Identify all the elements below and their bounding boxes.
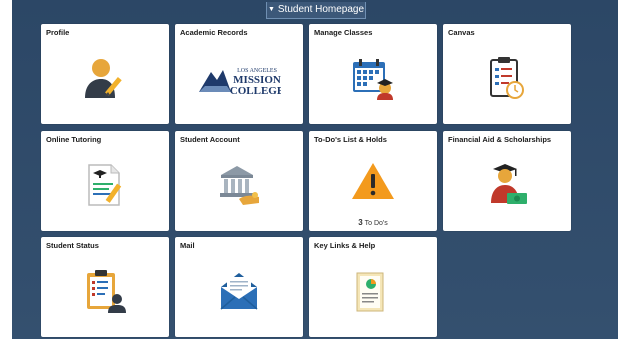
tile-title: Student Status <box>46 241 99 250</box>
document-chart-icon <box>309 267 437 315</box>
tile-student-account[interactable]: Student Account <box>175 131 303 231</box>
college-logo: LOS ANGELES MISSION COLLEGE <box>175 56 303 104</box>
tile-key-links-help[interactable]: Key Links & Help <box>309 237 437 337</box>
tile-financial-aid[interactable]: Financial Aid & Scholarships <box>443 131 571 231</box>
clipboard-person-icon <box>41 267 169 315</box>
tile-title: Academic Records <box>180 28 248 37</box>
tile-title: Student Account <box>180 135 240 144</box>
profile-user-icon <box>41 54 169 102</box>
tile-academic-records[interactable]: Academic Records LOS ANGELES MISSION COL… <box>175 24 303 124</box>
tile-title: Online Tutoring <box>46 135 102 144</box>
tile-title: To-Do's List & Holds <box>314 135 387 144</box>
tile-student-status[interactable]: Student Status <box>41 237 169 337</box>
homepage-title: Student Homepage <box>277 4 365 15</box>
homepage-background: ▼ Student Homepage Profile Academic Recor… <box>12 0 618 339</box>
tile-profile[interactable]: Profile <box>41 24 169 124</box>
logo-line3: COLLEGE <box>230 85 281 97</box>
document-graduation-icon <box>41 161 169 209</box>
tile-title: Financial Aid & Scholarships <box>448 135 552 144</box>
bank-hand-icon <box>175 161 303 209</box>
todo-count-label: To Do's <box>364 220 388 227</box>
todo-count-number: 3 <box>358 218 363 227</box>
tile-title: Canvas <box>448 28 475 37</box>
tile-todo-holds[interactable]: To-Do's List & Holds 3 To Do's <box>309 131 437 231</box>
caret-down-icon: ▼ <box>267 6 275 13</box>
tile-mail[interactable]: Mail <box>175 237 303 337</box>
todo-count: 3 To Do's <box>309 218 437 227</box>
tile-title: Key Links & Help <box>314 241 376 250</box>
clipboard-clock-icon <box>443 54 571 102</box>
tile-title: Manage Classes <box>314 28 373 37</box>
tile-manage-classes[interactable]: Manage Classes <box>309 24 437 124</box>
warning-icon <box>309 157 437 205</box>
homepage-selector[interactable]: ▼ Student Homepage <box>266 2 366 19</box>
envelope-icon <box>175 267 303 315</box>
tile-online-tutoring[interactable]: Online Tutoring <box>41 131 169 231</box>
tile-title: Profile <box>46 28 70 37</box>
tile-canvas[interactable]: Canvas <box>443 24 571 124</box>
graduate-money-icon <box>443 161 571 209</box>
calendar-student-icon <box>309 54 437 102</box>
tile-title: Mail <box>180 241 195 250</box>
